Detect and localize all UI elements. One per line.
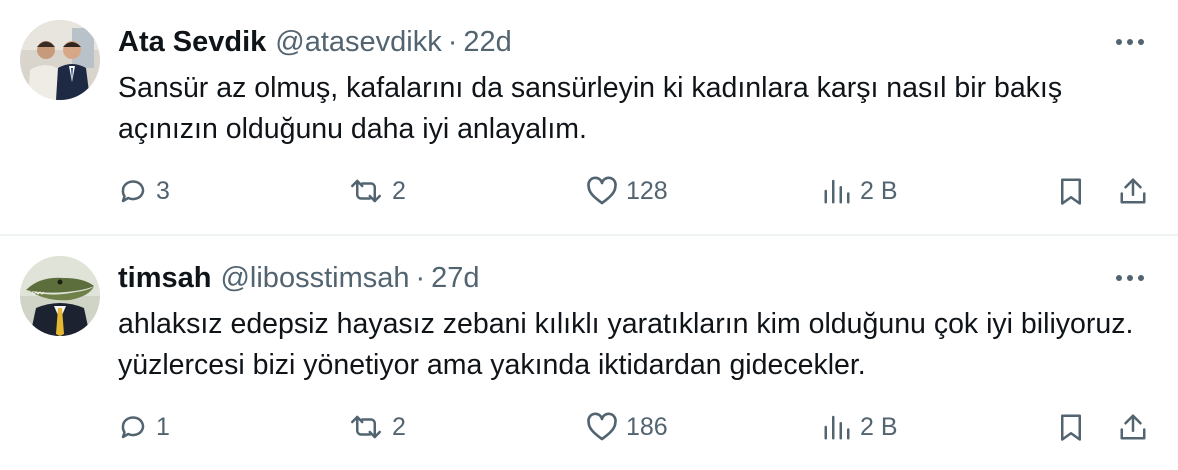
- reply-bubble-icon: [121, 416, 145, 439]
- bar-chart-icon: [824, 179, 850, 204]
- bookmark-icon: [1061, 178, 1081, 205]
- tweet-text: ahlaksız edepsiz hayasız zebani kılıklı …: [118, 308, 1134, 381]
- retweet-button[interactable]: 2: [348, 404, 406, 450]
- author-name[interactable]: timsah: [118, 262, 211, 295]
- bookmark-button[interactable]: [1056, 404, 1086, 450]
- more-options-button[interactable]: [1110, 24, 1150, 60]
- timestamp[interactable]: 22d: [463, 26, 511, 59]
- share-button[interactable]: [1118, 168, 1148, 214]
- tweet-actions: 1 2 186 2 B: [0, 404, 1178, 450]
- views-count: 2 B: [860, 412, 898, 441]
- views-button[interactable]: 2 B: [822, 404, 898, 450]
- reply-count: 3: [156, 176, 170, 205]
- reply-button[interactable]: 1: [118, 404, 170, 450]
- like-count: 186: [626, 412, 668, 441]
- share-upload-icon: [1120, 178, 1146, 204]
- heart-icon: [587, 176, 617, 205]
- like-button[interactable]: 128: [586, 168, 668, 214]
- retweet-count: 2: [392, 176, 406, 205]
- views-count: 2 B: [860, 176, 898, 205]
- retweet-icon: [351, 415, 381, 439]
- like-count: 128: [626, 176, 668, 205]
- share-button[interactable]: [1118, 404, 1148, 450]
- bookmark-icon: [1061, 414, 1081, 441]
- tweet-text: Sansür az olmuş, kafalarını da sansürley…: [118, 72, 1063, 145]
- heart-icon: [587, 412, 617, 441]
- like-button[interactable]: 186: [586, 404, 668, 450]
- retweet-count: 2: [392, 412, 406, 441]
- bookmark-button[interactable]: [1056, 168, 1086, 214]
- tweet-header: Ata Sevdik @atasevdikk · 22d: [118, 24, 512, 60]
- bar-chart-icon: [824, 415, 850, 440]
- avatar[interactable]: [20, 256, 100, 336]
- share-upload-icon: [1120, 414, 1146, 440]
- retweet-icon: [351, 179, 381, 203]
- tweet-actions: 3 2 128 2 B: [0, 168, 1178, 214]
- author-name[interactable]: Ata Sevdik: [118, 26, 266, 59]
- separator-dot: ·: [447, 25, 458, 58]
- reply-button[interactable]: 3: [118, 168, 170, 214]
- more-horizontal-icon: [1116, 275, 1144, 281]
- retweet-button[interactable]: 2: [348, 168, 406, 214]
- reply-bubble-icon: [121, 180, 145, 203]
- more-horizontal-icon: [1116, 39, 1144, 45]
- tweet-header: timsah @libosstimsah · 27d: [118, 260, 480, 296]
- separator-dot: ·: [415, 261, 426, 294]
- author-handle[interactable]: @atasevdikk: [275, 26, 441, 59]
- views-button[interactable]: 2 B: [822, 168, 898, 214]
- author-handle[interactable]: @libosstimsah: [220, 262, 409, 295]
- avatar[interactable]: [20, 20, 100, 100]
- tweet[interactable]: Ata Sevdik @atasevdikk · 22d Sansür az o…: [0, 0, 1178, 234]
- reply-count: 1: [156, 412, 170, 441]
- more-options-button[interactable]: [1110, 260, 1150, 296]
- timestamp[interactable]: 27d: [431, 262, 479, 295]
- tweet[interactable]: timsah @libosstimsah · 27d ahlaksız edep…: [0, 236, 1178, 470]
